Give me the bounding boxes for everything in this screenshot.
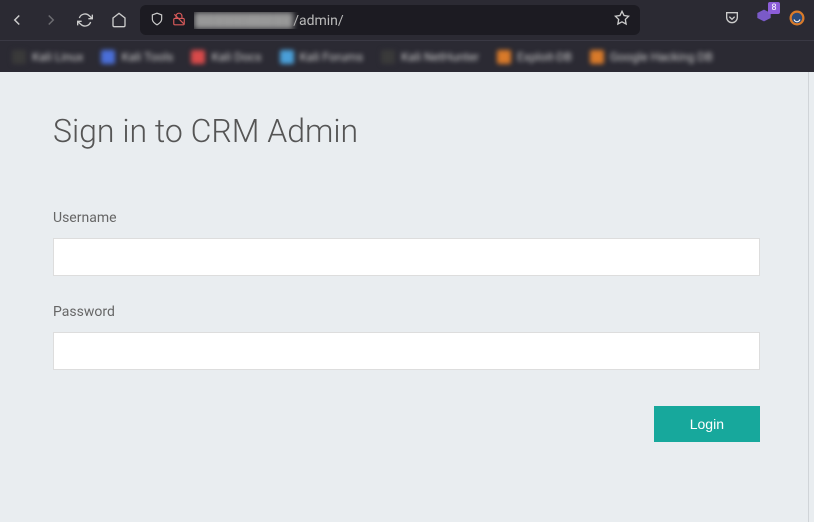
shield-icon: [150, 11, 164, 30]
bookmark-item[interactable]: Exploit-DB: [497, 50, 572, 64]
bookmark-item[interactable]: Google Hacking DB: [590, 50, 713, 64]
login-button[interactable]: Login: [654, 406, 760, 442]
lock-icon: [172, 11, 186, 30]
page-viewport: Sign in to CRM Admin Username Password L…: [0, 72, 814, 522]
bookmark-star-icon[interactable]: [614, 10, 630, 30]
notification-badge: 8: [768, 2, 780, 14]
bookmark-item[interactable]: Kali Tools: [101, 50, 173, 64]
bookmark-item[interactable]: Kali Forums: [280, 50, 364, 64]
bookmark-item[interactable]: Kali Linux: [12, 50, 83, 64]
profile-icon[interactable]: [788, 9, 806, 31]
nav-controls: [8, 11, 128, 29]
toolbar-right: 8: [724, 8, 806, 32]
bookmark-item[interactable]: Kali NetHunter: [381, 50, 479, 64]
username-input[interactable]: [53, 238, 760, 276]
password-group: Password: [53, 304, 760, 370]
bookmarks-bar: Kali Linux Kali Tools Kali Docs Kali For…: [0, 40, 814, 72]
address-bar[interactable]: ██████████/admin/: [140, 5, 640, 35]
username-group: Username: [53, 210, 760, 276]
home-button[interactable]: [110, 11, 128, 29]
back-button[interactable]: [8, 11, 26, 29]
page-title: Sign in to CRM Admin: [53, 112, 760, 150]
forward-button[interactable]: [42, 11, 60, 29]
username-label: Username: [53, 210, 760, 226]
extension-icon[interactable]: 8: [754, 8, 774, 32]
pocket-icon[interactable]: [724, 10, 740, 30]
reload-button[interactable]: [76, 11, 94, 29]
login-card: Sign in to CRM Admin Username Password L…: [5, 72, 809, 522]
password-label: Password: [53, 304, 760, 320]
url-text: ██████████/admin/: [194, 12, 606, 29]
browser-toolbar: ██████████/admin/ 8: [0, 0, 814, 40]
password-input[interactable]: [53, 332, 760, 370]
bookmark-item[interactable]: Kali Docs: [191, 50, 261, 64]
